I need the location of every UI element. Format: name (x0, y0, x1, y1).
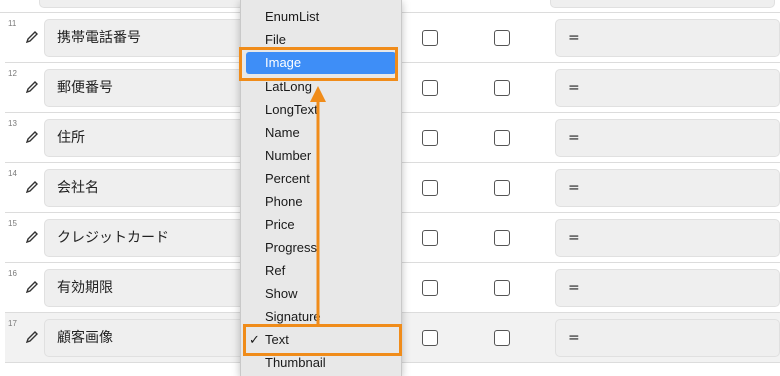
screen: 11 携帯電話番号 = 12 郵便番号 = 13 住所 = 14 会社名 = 1… (0, 0, 780, 376)
annotation-arrow-icon (310, 86, 326, 324)
